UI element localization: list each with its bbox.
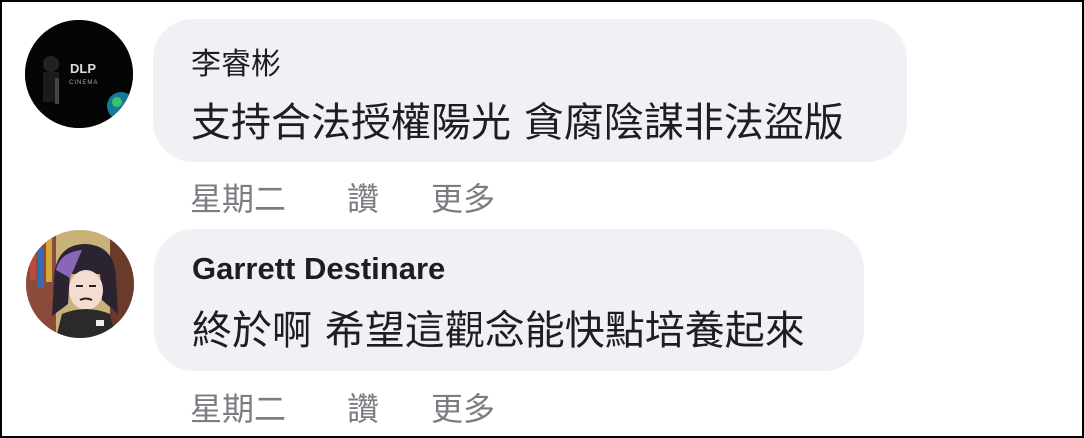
more-button[interactable]: 更多 [431,174,495,220]
more-button[interactable]: 更多 [431,384,495,430]
like-button[interactable]: 讚 [347,174,379,220]
comment-text: 終於啊 希望這觀念能快點培養起來 [192,308,805,354]
comment-bubble: 李睿彬 支持合法授權陽光 貪腐陰謀非法盜版 [153,19,907,162]
comment-timestamp[interactable]: 星期二 [190,174,286,220]
avatar[interactable] [26,230,134,338]
comment-timestamp[interactable]: 星期二 [190,384,286,430]
avatar-image [26,230,134,338]
comment-bubble: Garrett Destinare 終於啊 希望這觀念能快點培養起來 [154,229,864,371]
avatar-logo-subtext: CINEMA [69,80,99,86]
comment-author[interactable]: Garrett Destinare [192,251,445,287]
avatar[interactable]: DLP CINEMA [25,20,133,128]
comment-thread: DLP CINEMA 李睿彬 支持合法授權陽光 貪腐陰謀非法盜版 星期二 讚 更… [0,0,1084,438]
comment-text: 支持合法授權陽光 貪腐陰謀非法盜版 [191,100,844,146]
comment-author[interactable]: 李睿彬 [191,39,281,83]
like-button[interactable]: 讚 [347,384,379,430]
avatar-logo-text: DLP [70,61,96,76]
